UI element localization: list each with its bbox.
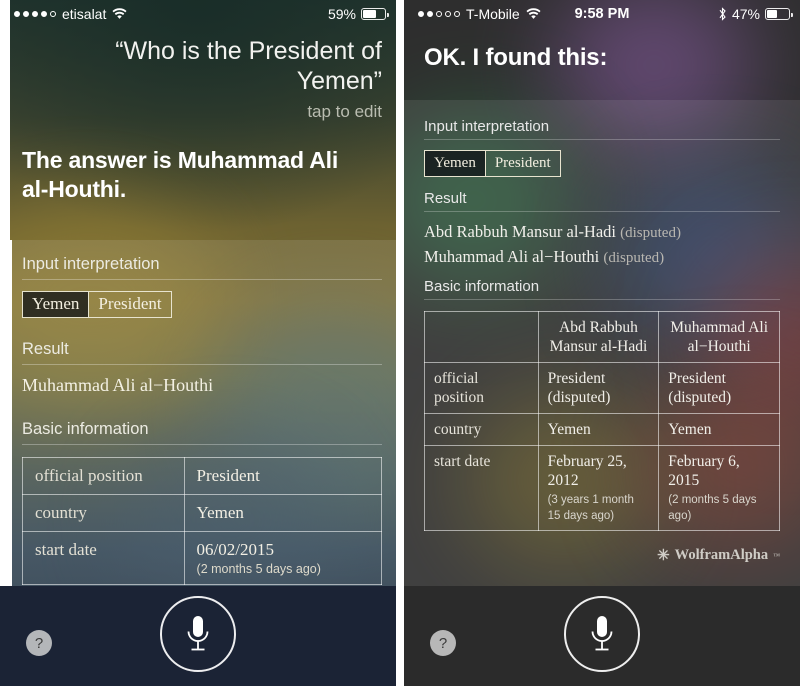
table-row: country Yemen Yemen xyxy=(424,413,780,446)
siri-screen-right: T-Mobile 9:58 PM 47% OK. I found this: I… xyxy=(404,0,800,686)
siri-query-text[interactable]: “Who is the President of Yemen” xyxy=(52,36,382,96)
row-value: President (disputed) xyxy=(658,362,780,414)
table-row: official position President xyxy=(22,457,383,495)
section-title-input-interpretation: Input interpretation xyxy=(424,118,780,140)
row-value: Yemen xyxy=(183,494,383,532)
row-value-main: February 25, 2012 xyxy=(547,453,627,489)
pill-segment-property: President xyxy=(484,151,560,176)
section-title-result: Result xyxy=(22,340,382,365)
input-interpretation-pill-wrap: Yemen President xyxy=(22,291,382,318)
signal-strength-dots xyxy=(14,11,56,17)
status-bar-right: T-Mobile 9:58 PM 47% xyxy=(404,0,800,28)
wolframalpha-attribution[interactable]: ✳ WolframAlpha ™ xyxy=(657,546,780,565)
table-row: start date 06/02/2015 (2 months 5 days a… xyxy=(22,531,383,585)
section-title-basic-information: Basic information xyxy=(424,278,780,300)
row-label: official position xyxy=(424,362,539,414)
row-value: February 25, 2012 (3 years 1 month 15 da… xyxy=(537,445,660,531)
row-value-subnote: (2 months 5 days ago) xyxy=(668,494,757,522)
column-header: Muhammad Ali al−Houthi xyxy=(658,311,780,363)
right-basic-information-section: Basic information Abd Rabbuh Mansur al-H… xyxy=(424,278,780,531)
table-row: official position President (disputed) P… xyxy=(424,362,780,414)
section-title-result: Result xyxy=(424,190,780,212)
microphone-button[interactable] xyxy=(160,596,236,672)
left-input-interpretation-section: Input interpretation Yemen President xyxy=(22,255,382,318)
result-line: Abd Rabbuh Mansur al-Hadi (disputed) xyxy=(424,220,780,245)
row-label: country xyxy=(424,413,539,446)
row-label: official position xyxy=(22,457,185,495)
row-value: Yemen xyxy=(537,413,660,446)
siri-answer-text: The answer is Muhammad Ali al-Houthi. xyxy=(22,147,339,202)
row-value: President (disputed) xyxy=(537,362,660,414)
table-row: country Yemen xyxy=(22,494,383,532)
result-value: Muhammad Ali al−Houthi xyxy=(22,375,214,395)
screenshot-stage: etisalat 59% “Who is the President of Ye… xyxy=(0,0,800,686)
basic-information-table: Abd Rabbuh Mansur al-Hadi Muhammad Ali a… xyxy=(424,311,780,531)
row-label: country xyxy=(22,494,185,532)
help-button[interactable]: ? xyxy=(430,630,456,656)
basic-information-table: official position President country Yeme… xyxy=(22,457,383,585)
section-title-input-interpretation: Input interpretation xyxy=(22,255,382,280)
result-disputed-note: (disputed) xyxy=(603,250,665,266)
siri-toolbar-right: ? xyxy=(404,586,800,686)
microphone-icon xyxy=(187,616,209,651)
table-row: start date February 25, 2012 (3 years 1 … xyxy=(424,445,780,531)
row-value: February 6, 2015 (2 months 5 days ago) xyxy=(658,445,780,531)
wolframalpha-label: WolframAlpha xyxy=(674,547,769,563)
battery-percent-label: 59% xyxy=(327,6,356,22)
right-input-interpretation-section: Input interpretation Yemen President xyxy=(424,118,780,177)
result-line: Muhammad Ali al−Houthi (disputed) xyxy=(424,245,780,270)
panel-divider xyxy=(396,0,404,686)
section-title-basic-information: Basic information xyxy=(22,420,382,445)
status-right-group: 59% xyxy=(328,6,396,22)
left-result-section: Result Muhammad Ali al−Houthi xyxy=(22,340,382,396)
tap-to-edit-label[interactable]: tap to edit xyxy=(52,102,382,122)
row-label: start date xyxy=(22,531,185,585)
row-label: start date xyxy=(424,445,539,531)
siri-response-title: OK. I found this: xyxy=(424,44,608,71)
result-name: Muhammad Ali al−Houthi xyxy=(424,247,600,266)
status-left-group: etisalat xyxy=(0,6,127,22)
page-margin xyxy=(0,0,10,240)
row-value-subnote: (2 months 5 days ago) xyxy=(196,562,321,576)
trademark-mark: ™ xyxy=(773,551,780,560)
row-value-subnote: (3 years 1 month 15 days ago) xyxy=(547,494,634,522)
row-value: 06/02/2015 (2 months 5 days ago) xyxy=(183,531,383,585)
input-interpretation-pill: Yemen President xyxy=(22,291,172,318)
siri-toolbar-left: ? xyxy=(0,586,396,686)
row-value-main: February 6, 2015 xyxy=(668,453,740,489)
battery-icon xyxy=(765,8,793,20)
row-value-main: 06/02/2015 xyxy=(196,540,274,559)
microphone-icon xyxy=(591,616,613,651)
row-value: President xyxy=(183,457,383,495)
siri-screen-left: etisalat 59% “Who is the President of Ye… xyxy=(0,0,396,686)
column-header-blank xyxy=(424,311,539,363)
microphone-button[interactable] xyxy=(564,596,640,672)
status-bar-left: etisalat 59% xyxy=(0,0,396,28)
left-basic-information-section: Basic information official position Pres… xyxy=(22,420,383,585)
input-interpretation-pill: Yemen President xyxy=(424,150,561,177)
clock-label: 9:58 PM xyxy=(574,6,630,22)
battery-icon xyxy=(361,8,389,20)
wolframalpha-spikey-icon: ✳ xyxy=(657,548,670,564)
result-disputed-note: (disputed) xyxy=(620,225,681,241)
pill-segment-subject: Yemen xyxy=(23,292,89,317)
help-button[interactable]: ? xyxy=(26,630,52,656)
input-interpretation-pill-wrap: Yemen President xyxy=(424,150,780,177)
pill-segment-property: President xyxy=(88,292,170,317)
right-result-section: Result Abd Rabbuh Mansur al-Hadi (disput… xyxy=(424,190,780,270)
table-header-row: Abd Rabbuh Mansur al-Hadi Muhammad Ali a… xyxy=(424,311,780,363)
result-list: Abd Rabbuh Mansur al-Hadi (disputed) Muh… xyxy=(424,220,780,270)
wifi-icon xyxy=(112,8,127,19)
result-name: Abd Rabbuh Mansur al-Hadi xyxy=(424,222,617,241)
row-value: Yemen xyxy=(658,413,780,446)
column-header: Abd Rabbuh Mansur al-Hadi xyxy=(537,311,660,363)
carrier-label: etisalat xyxy=(62,6,107,22)
pill-segment-subject: Yemen xyxy=(425,151,485,176)
